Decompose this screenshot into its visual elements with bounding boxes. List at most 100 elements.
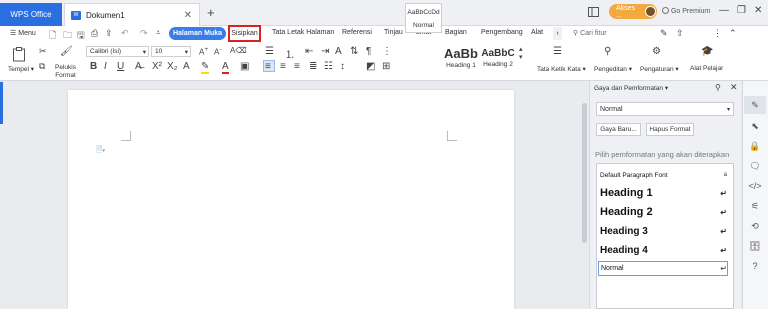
minimize-button[interactable]: — (719, 5, 729, 16)
tata-ketik-kata-button[interactable]: Tata Ketik Kata ▾ (537, 65, 586, 73)
copy-icon[interactable]: ⧉ (39, 61, 45, 72)
history-icon[interactable]: ⟲ (747, 218, 763, 234)
customize-toolbar-icon[interactable]: ⩡ (156, 28, 161, 38)
find-icon[interactable]: ⚲ (604, 46, 611, 57)
user-edit-icon[interactable]: ✎ (660, 28, 668, 39)
tabs-scroll-right-icon[interactable]: › (553, 27, 562, 40)
comment-icon[interactable]: 🗨 (747, 158, 763, 174)
save-icon[interactable]: 🖫 (77, 28, 85, 44)
shrink-font-icon[interactable]: A- (214, 46, 222, 57)
close-pane-icon[interactable]: ✕ (730, 82, 738, 93)
add-tab-icon[interactable]: + (207, 5, 215, 20)
tab-alat[interactable]: Alat (531, 29, 543, 36)
decrease-indent-icon[interactable]: ⇤ (305, 46, 313, 57)
align-center-icon[interactable]: ≡ (280, 61, 286, 72)
paragraph-menu-icon[interactable]: ⋮ (382, 46, 392, 57)
restore-button[interactable]: ❐ (737, 5, 746, 16)
line-spacing-icon[interactable]: ↕ (340, 61, 345, 72)
grow-font-icon[interactable]: A+ (199, 46, 208, 57)
document-tab[interactable]: W Dokumen1 ✕ (64, 3, 200, 26)
graduation-cap-icon[interactable]: 🎓 (701, 46, 713, 57)
borders-icon[interactable]: ⊞ (382, 61, 390, 72)
style-item-heading-1[interactable]: Heading 1 ↵ (600, 185, 727, 201)
text-layout-icon[interactable]: ☰ (553, 46, 562, 57)
justify-icon[interactable]: ≣ (309, 61, 317, 72)
pane-title[interactable]: Gaya dan Pemformatan ▾ (594, 84, 668, 92)
pane-scroll-thumb[interactable] (582, 103, 587, 243)
redo-icon[interactable]: ↷ (140, 28, 148, 39)
close-tab-icon[interactable]: ✕ (184, 10, 192, 21)
tab-halaman-muka[interactable]: Halaman Muka (169, 27, 226, 40)
italic-icon[interactable]: I (104, 61, 107, 72)
window-layout-icon[interactable] (585, 4, 601, 20)
new-file-icon[interactable]: 🗋 (49, 28, 56, 44)
undo-icon[interactable]: ↶ (121, 28, 129, 39)
chinese-layout-icon[interactable]: A (335, 46, 342, 57)
text-effect-icon[interactable]: A (183, 61, 190, 72)
style-item-heading-3[interactable]: Heading 3 ↵ (600, 223, 727, 239)
help-icon[interactable]: ? (747, 258, 763, 274)
font-color-icon[interactable]: A (222, 61, 229, 74)
style-item-default-paragraph-font[interactable]: Default Paragraph Font a (600, 169, 727, 181)
cut-icon[interactable]: ✂ (39, 46, 47, 57)
format-painter-button[interactable]: Pelukis Format (55, 64, 76, 80)
collapse-ribbon-icon[interactable]: ⌃ (729, 28, 737, 39)
increase-indent-icon[interactable]: ⇥ (321, 46, 329, 57)
style-item-heading-4[interactable]: Heading 4 ↵ (600, 242, 727, 258)
tab-bagian[interactable]: Bagian (445, 29, 467, 36)
char-border-icon[interactable]: ▣ (240, 61, 249, 72)
style-item-normal[interactable]: Normal ↵ (598, 261, 728, 276)
pengeditan-button[interactable]: Pengeditan ▾ (594, 65, 632, 73)
go-premium-link[interactable]: Go Premium (662, 7, 710, 15)
tab-referensi[interactable]: Referensi (342, 29, 372, 36)
style-formatting-icon[interactable]: ✎ (747, 97, 763, 113)
tab-pengembang[interactable]: Pengembang (481, 29, 523, 36)
format-painter-icon[interactable]: 🖌 (60, 46, 73, 57)
sliders-icon[interactable]: ⚟ (747, 198, 763, 214)
code-icon[interactable]: </> (747, 178, 763, 194)
font-size-select[interactable]: 10 ▾ (151, 46, 191, 57)
superscript-icon[interactable]: X² (152, 61, 162, 72)
settings-icon[interactable]: ⚙ (652, 46, 661, 57)
akses-button[interactable]: Akses ... (609, 4, 657, 19)
shading-icon[interactable]: ◩ (366, 61, 375, 72)
print-icon[interactable]: ⎙ (91, 28, 98, 39)
search-feature-input[interactable]: ⚲ Cari fitur (573, 29, 607, 37)
numbered-list-icon[interactable]: ⒈ (285, 46, 295, 61)
tab-sisipkan[interactable]: Sisipkan (228, 25, 261, 42)
share-icon[interactable]: ⇧ (676, 28, 684, 39)
style-heading-1[interactable]: AaBb Heading 1 (444, 46, 478, 69)
paste-button[interactable]: Tempel ▾ (8, 65, 34, 73)
style-item-heading-2[interactable]: Heading 2 ↵ (600, 204, 727, 220)
show-paragraph-icon[interactable]: ¶ (366, 46, 371, 57)
select-icon[interactable]: ⬉ (747, 118, 763, 134)
font-name-select[interactable]: Calibri (Isi) ▾ (86, 46, 149, 57)
bullet-list-icon[interactable]: ☰ (265, 46, 274, 57)
distribute-icon[interactable]: ☷ (324, 61, 333, 72)
close-window-button[interactable]: ✕ (754, 5, 762, 16)
paragraph-handle-icon[interactable]: 🗎▾ (96, 144, 105, 158)
current-style-select[interactable]: Normal ▾ (596, 102, 734, 116)
highlight-icon[interactable]: ✎ (201, 61, 210, 74)
style-heading-2[interactable]: AaBbC Heading 2 (480, 46, 516, 68)
open-folder-icon[interactable]: 🗀 (63, 28, 72, 44)
paste-icon[interactable] (11, 46, 29, 64)
strikethrough-icon[interactable]: A̶ (135, 61, 142, 72)
pin-icon[interactable]: ⚲ (715, 83, 721, 92)
style-normal[interactable]: AaBbCcDd Normal (405, 3, 442, 33)
underline-icon[interactable]: U (117, 61, 124, 72)
document-page[interactable] (68, 90, 514, 309)
tab-tata-letak-halaman[interactable]: Tata Letak Halaman (272, 29, 334, 36)
align-right-icon[interactable]: ≡ (294, 61, 300, 72)
bold-icon[interactable]: B (90, 61, 97, 72)
alat-pelajar-button[interactable]: Alat Pelajar (690, 65, 723, 72)
export-icon[interactable]: ⇪ (105, 28, 113, 39)
lock-icon[interactable]: 🔒 (747, 138, 763, 154)
subscript-icon[interactable]: X₂ (167, 61, 178, 72)
menu-button[interactable]: ☰ Menu (10, 29, 36, 37)
clear-format-button[interactable]: Hapus Format (646, 123, 694, 136)
new-style-button[interactable]: Gaya Baru... (596, 123, 641, 136)
pengaturan-button[interactable]: Pengaturan ▾ (640, 65, 679, 73)
wps-office-tab[interactable]: WPS Office (0, 3, 62, 26)
more-options-icon[interactable]: ⋮ (713, 28, 722, 39)
